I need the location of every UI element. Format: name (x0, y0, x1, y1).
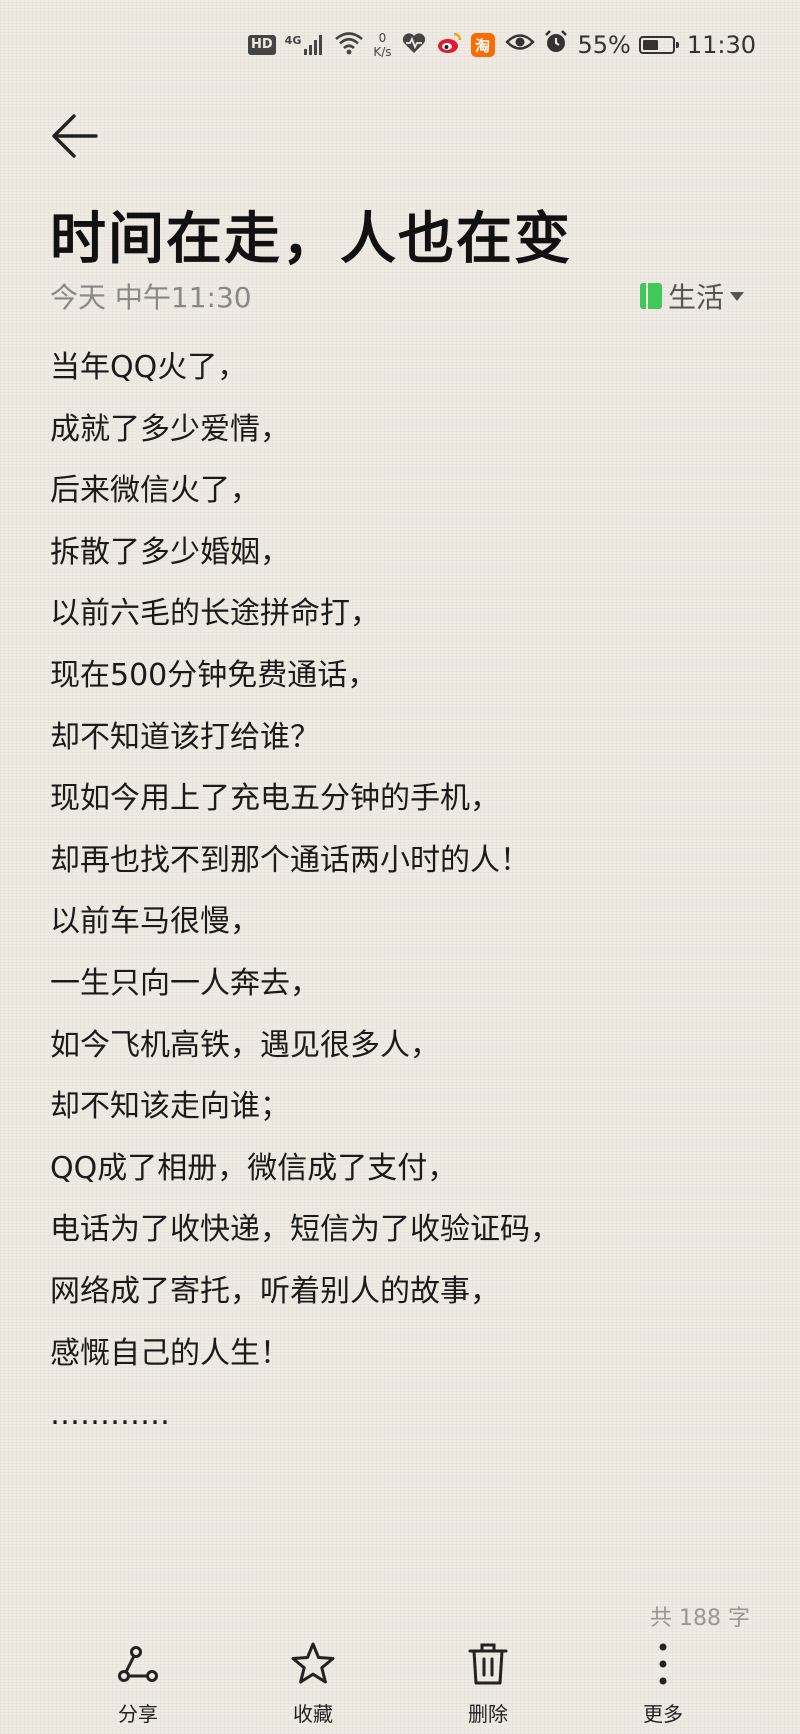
favorite-label: 收藏 (293, 1702, 333, 1726)
clock: 11:30 (686, 31, 756, 59)
note-line: 却不知道该打给谁？ (50, 719, 320, 755)
note-body[interactable]: 当年QQ火了， 成就了多少爱情， 后来微信火了， 拆散了多少婚姻， 以前六毛的长途拼命打… (50, 344, 770, 1453)
weibo-icon (436, 31, 462, 59)
delete-label: 删除 (468, 1702, 508, 1726)
note-line: ………… (50, 1397, 170, 1433)
hd-icon: HD (248, 35, 276, 55)
category-label: 生活 (667, 281, 724, 314)
back-button[interactable] (48, 108, 104, 164)
status-icons-left: HD 4G 0 K/s 淘 (248, 30, 495, 60)
note-meta: 今天 中午11:30 生活 (50, 276, 744, 314)
more-vertical-icon (659, 1643, 667, 1685)
heart-rate-icon (401, 31, 427, 59)
note-line: QQ成了相册，微信成了支付， (50, 1150, 458, 1186)
trash-icon (468, 1643, 508, 1685)
dropdown-caret-icon (730, 291, 744, 301)
net-speed: 0 K/s (373, 31, 391, 59)
note-line: 电话为了收快递，短信为了收验证码， (50, 1212, 560, 1248)
word-count: 共 188 字 (650, 1606, 750, 1631)
delete-button[interactable]: 删除 (418, 1632, 558, 1727)
battery-level (642, 40, 659, 50)
signal-label: 4G (284, 34, 302, 47)
notebook-icon (639, 283, 662, 309)
note-line: 以前六毛的长途拼命打， (50, 596, 380, 632)
note-title[interactable]: 时间在走，人也在变 (50, 194, 572, 275)
signal-icon: 4G (285, 34, 326, 56)
more-label: 更多 (643, 1702, 683, 1726)
favorite-button[interactable]: 收藏 (243, 1632, 383, 1727)
note-line: 却不知该走向谁； (50, 1089, 290, 1125)
note-line: 成就了多少爱情， (50, 411, 290, 447)
status-bar: HD 4G 0 K/s 淘 55% 11:30 (0, 0, 800, 90)
share-label: 分享 (118, 1702, 158, 1726)
note-line: 却再也找不到那个通话两小时的人！ (50, 842, 530, 878)
battery-icon (638, 36, 679, 54)
alarm-icon (543, 29, 569, 61)
note-line: 一生只向一人奔去， (50, 965, 320, 1001)
star-icon (291, 1642, 335, 1684)
note-line: 感慨自己的人生！ (50, 1335, 290, 1371)
share-icon (118, 1646, 158, 1682)
back-arrow-icon (52, 114, 98, 158)
share-button[interactable]: 分享 (68, 1632, 208, 1727)
note-line: 拆散了多少婚姻， (50, 534, 290, 570)
note-line: 如今飞机高铁，遇见很多人， (50, 1027, 440, 1063)
net-speed-value: 0 (378, 31, 387, 45)
note-line: 以前车马很慢， (50, 904, 260, 940)
note-line: 网络成了寄托，听着别人的故事， (50, 1273, 500, 1309)
note-line: 现在500分钟免费通话， (50, 657, 378, 693)
eye-comfort-icon (505, 31, 536, 59)
net-speed-unit: K/s (373, 45, 392, 59)
note-line: 现如今用上了充电五分钟的手机， (50, 781, 500, 817)
battery-percent: 55% (577, 31, 631, 59)
note-line: 当年QQ火了， (50, 350, 248, 385)
more-button[interactable]: 更多 (593, 1632, 733, 1727)
status-icons-right: 55% 11:30 (505, 30, 756, 60)
category-selector[interactable]: 生活 (639, 276, 744, 316)
note-date: 今天 中午11:30 (50, 281, 252, 314)
wifi-icon (334, 31, 364, 59)
bottom-toolbar: 分享 收藏 删除 更多 (0, 1632, 800, 1732)
note-line: 后来微信火了， (50, 473, 260, 509)
taobao-icon: 淘 (470, 33, 495, 57)
